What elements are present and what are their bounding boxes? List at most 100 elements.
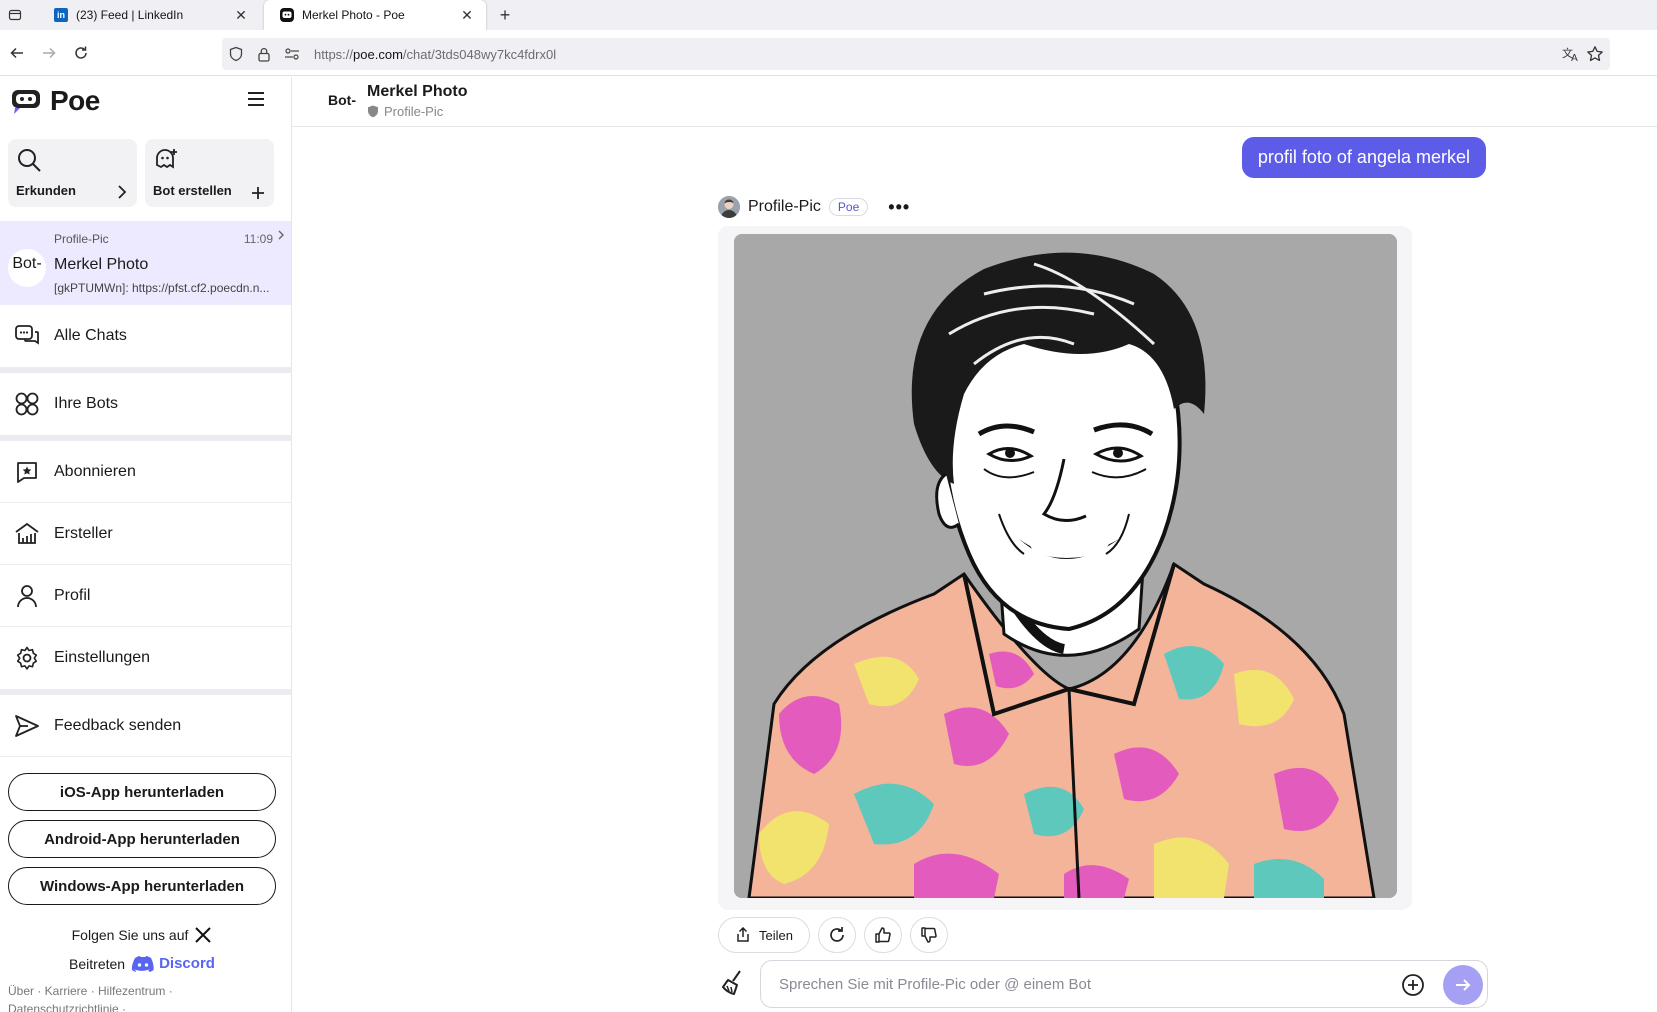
sidebar-item-all-chats[interactable]: Alle Chats [0,305,291,373]
sidebar: Poe Erkunden Bot erstellen Bot- Profile-… [0,77,292,1012]
sidebar-item-settings[interactable]: Einstellungen [0,627,291,695]
sidebar-item-label: Ersteller [54,524,113,542]
bot-name: Profile-Pic [384,104,444,119]
create-bot-icon [156,149,177,169]
add-attachment-icon[interactable] [1401,973,1425,997]
close-tab-icon[interactable]: ✕ [458,6,476,24]
sidebar-item-label: Profil [54,586,91,604]
follow-text: Folgen Sie uns auf [71,926,189,943]
explore-button[interactable]: Erkunden [8,139,137,207]
sidebar-item-send-feedback[interactable]: Feedback senden [0,695,291,757]
chevron-right-icon [278,230,285,240]
message-input[interactable] [779,975,1359,993]
create-bot-button[interactable]: Bot erstellen [145,139,274,207]
discord-link[interactable]: Discord [131,955,215,973]
retry-button[interactable] [818,917,856,953]
url-bar[interactable]: https://poe.com/chat/3tds048wy7kc4fdrx0l… [222,38,1610,70]
footer-line[interactable]: Datenschutzrichtlinie · [8,1000,278,1012]
chat-list-item-merkel-photo[interactable]: Bot- Profile-Pic 11:09 Merkel Photo [gkP… [0,221,291,305]
poe-logo[interactable]: Poe [0,77,291,125]
sidebar-item-subscribe[interactable]: Abonnieren [0,441,291,503]
tab-poe[interactable]: Merkel Photo - Poe ✕ [264,0,486,30]
sidebar-menu: Alle Chats Ihre Bots Abonnieren Erstelle… [0,305,291,757]
dislike-button[interactable] [910,917,948,953]
forward-icon[interactable] [34,38,64,68]
arrow-right-icon [1456,979,1471,991]
new-tab-icon[interactable]: + [490,0,520,30]
sidebar-item-label: Einstellungen [54,649,151,666]
creators-icon [14,521,40,547]
message-actions: Teilen [718,917,948,955]
lock-icon[interactable] [250,38,278,70]
user-message-bubble: profil foto of angela merkel [1241,137,1486,178]
retry-icon [830,927,844,942]
permissions-icon[interactable] [278,38,306,70]
thumbs-down-icon [921,927,937,943]
menu-hamburger-icon[interactable] [247,91,265,107]
poe-badge: Poe [828,198,869,216]
shield-icon [368,105,378,118]
reload-icon[interactable] [66,38,96,68]
android-app-button[interactable]: Android-App herunterladen [8,820,276,858]
chevron-right-icon [117,185,127,199]
bot-message-header: Profile-Pic Poe ••• [718,192,910,222]
message-input-wrapper[interactable] [760,960,1488,1008]
tab-list-icon[interactable] [0,0,30,30]
browser-nav-bar: https://poe.com/chat/3tds048wy7kc4fdrx0l… [0,30,1657,76]
close-tab-icon[interactable]: ✕ [232,6,250,24]
bot-avatar[interactable]: Bot- [324,84,360,120]
footer-line[interactable]: Über · Karriere · Hilfezentrum · [8,982,278,1000]
sidebar-item-your-bots[interactable]: Ihre Bots [0,373,291,441]
chat-bot-link[interactable]: Profile-Pic [367,104,443,119]
chat-time: 11:09 [243,232,273,246]
bot-avatar[interactable] [718,196,740,218]
bot-image-message [718,226,1412,910]
svg-text:A: A [1571,53,1578,62]
clear-context-broom-icon[interactable] [718,968,748,998]
tab-linkedin[interactable]: in (23) Feed | LinkedIn ✕ [38,0,260,30]
sidebar-item-label: Alle Chats [54,327,127,344]
message-composer [718,958,1488,1010]
tab-title: (23) Feed | LinkedIn [76,8,184,22]
logo-text: Poe [50,85,100,116]
shield-icon[interactable] [222,38,250,70]
like-button[interactable] [864,917,902,953]
linkedin-icon: in [54,8,68,22]
explore-label: Erkunden [16,183,76,198]
share-label: Teilen [759,927,793,943]
discord-label: Discord [159,955,215,972]
generated-portrait-image[interactable] [734,234,1397,898]
chat-preview: [gkPTUMWn]: https://pfst.cf2.poecdn.n... [54,281,270,295]
create-bot-label: Bot erstellen [153,183,232,198]
search-icon [18,149,41,172]
chat-title: Merkel Photo [367,83,468,100]
chat-title: Merkel Photo [54,256,149,273]
profile-icon [14,583,40,609]
sidebar-item-profile[interactable]: Profil [0,565,291,627]
more-options-icon[interactable]: ••• [888,197,910,218]
thumbs-up-icon [875,927,891,943]
join-text: Beitreten [69,955,126,972]
bot-name[interactable]: Profile-Pic [748,198,821,216]
poe-logo-icon [12,90,40,114]
settings-icon [14,645,40,671]
bookmark-star-icon[interactable] [1586,45,1604,63]
chat-bot-name: Profile-Pic [54,232,109,246]
sidebar-item-creators[interactable]: Ersteller [0,503,291,565]
sidebar-item-label: Feedback senden [54,716,182,734]
chat-panel: Bot- Merkel Photo Profile-Pic profil fot… [292,77,1657,1012]
send-button[interactable] [1443,965,1483,1005]
tab-title: Merkel Photo - Poe [302,8,405,22]
windows-app-button[interactable]: Windows-App herunterladen [8,867,276,905]
chat-header: Bot- Merkel Photo Profile-Pic [292,77,1657,127]
translate-icon[interactable]: 文A [1562,46,1580,62]
chats-icon [14,323,40,349]
back-icon[interactable] [2,38,32,68]
ios-app-button[interactable]: iOS-App herunterladen [8,773,276,811]
bots-icon [14,391,40,417]
send-feedback-icon [14,713,40,739]
share-button[interactable]: Teilen [718,917,810,953]
sidebar-item-label: Abonnieren [54,462,136,480]
browser-tab-bar: in (23) Feed | LinkedIn ✕ Merkel Photo -… [0,0,1657,30]
x-icon[interactable] [194,926,212,944]
